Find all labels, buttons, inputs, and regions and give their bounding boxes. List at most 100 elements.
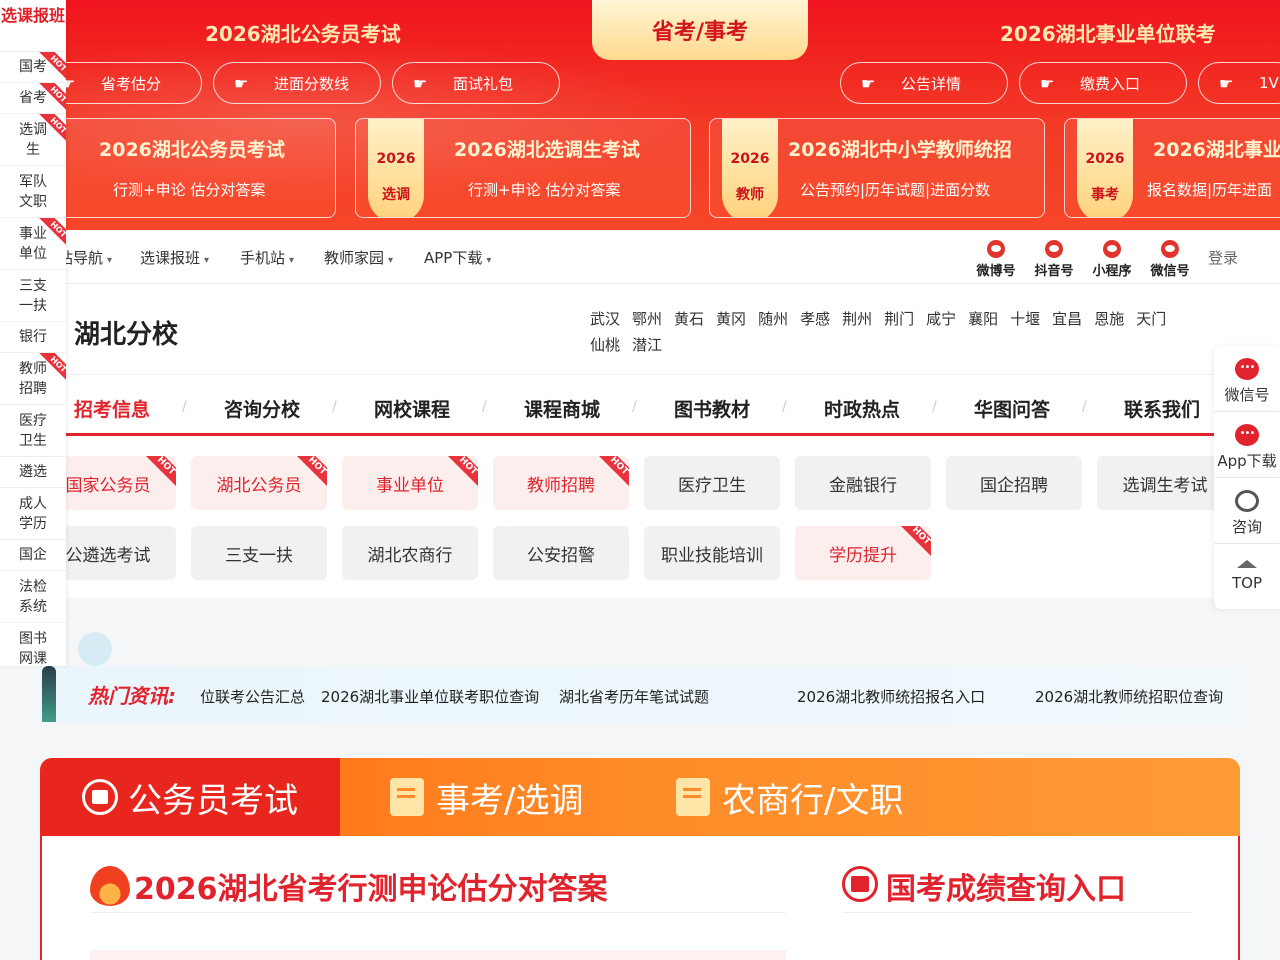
sidebar-item-medical[interactable]: 医疗卫生 <box>0 405 66 457</box>
pill-interview-score-line[interactable]: ☛ 进面分数线 <box>213 62 381 104</box>
social-douyin[interactable]: 抖音号 <box>1030 240 1078 279</box>
book-icon <box>82 779 118 815</box>
nav-teacher-home[interactable]: 教师家园 ▾ <box>324 247 393 268</box>
city-link[interactable]: 武汉 <box>590 306 620 332</box>
mainnav-current-affairs[interactable]: 时政热点 <box>824 395 900 422</box>
cat-vocational[interactable]: 职业技能培训 <box>644 526 780 580</box>
nav-app-download[interactable]: APP下载 ▾ <box>424 247 491 268</box>
news-link[interactable]: 2026湖北教师统招职位查询 <box>1035 686 1223 707</box>
city-link[interactable]: 宜昌 <box>1052 306 1082 332</box>
cat-police[interactable]: 公安招警 <box>493 526 629 580</box>
mainnav-recruit-info[interactable]: 招考信息 <box>74 395 150 422</box>
news-link[interactable]: 2026湖北教师统招报名入口 <box>797 686 985 707</box>
city-link[interactable]: 十堰 <box>1010 306 1040 332</box>
nav-mobile-site[interactable]: 手机站 ▾ <box>240 247 294 268</box>
city-link[interactable]: 恩施 <box>1094 306 1124 332</box>
chevron-down-icon: ▾ <box>486 255 492 266</box>
sidebar-item-adult-edu[interactable]: 成人学历 <box>0 488 66 540</box>
banner-left-title[interactable]: 2026湖北公务员考试 <box>205 18 401 47</box>
pill-payment-entry[interactable]: ☛ 缴费入口 <box>1019 62 1187 104</box>
city-link[interactable]: 潜江 <box>632 332 662 358</box>
tab-civil-service[interactable]: 公务员考试 <box>40 758 340 836</box>
float-wechat[interactable]: 微信号 <box>1214 346 1280 412</box>
sidebar-item-guokao[interactable]: 国考 <box>0 52 66 83</box>
sidebar-item-army[interactable]: 军队文职 <box>0 166 66 218</box>
cat-rural-bank[interactable]: 湖北农商行 <box>342 526 478 580</box>
mainnav-qa[interactable]: 华图问答 <box>974 395 1050 422</box>
city-link[interactable]: 鄂州 <box>632 306 662 332</box>
cat-soe[interactable]: 国企招聘 <box>946 456 1082 510</box>
float-consult[interactable]: 咨询 <box>1214 478 1280 544</box>
city-link[interactable]: 孝感 <box>800 306 830 332</box>
pill-label: 公告详情 <box>901 74 962 93</box>
city-link[interactable]: 咸宁 <box>926 306 956 332</box>
chevron-down-icon: ▾ <box>289 255 295 266</box>
city-link[interactable]: 荆门 <box>884 306 914 332</box>
city-link[interactable]: 随州 <box>758 306 788 332</box>
card-year-badge: 2026 教师 <box>722 119 778 217</box>
nav-course-signup[interactable]: 选课报班 ▾ <box>140 247 209 268</box>
nav-site-guide[interactable]: 站导航 ▾ <box>58 247 112 268</box>
sidebar-item-shiye[interactable]: 事业单位 <box>0 218 66 270</box>
pill-interview-gift[interactable]: ☛ 面试礼包 <box>392 62 560 104</box>
banner-card-teacher[interactable]: 2026 教师 2026湖北中小学教师统招 公告预约|历年试题|进面分数 <box>709 118 1045 218</box>
chat-bubble-icon <box>1235 424 1259 446</box>
sidebar-item-teacher[interactable]: 教师招聘 <box>0 353 66 405</box>
sidebar-item-shengkao[interactable]: 省考 <box>0 83 66 114</box>
mainnav-course-mall[interactable]: 课程商城 <box>524 395 600 422</box>
banner-center-tab[interactable]: 省考/事考 <box>592 0 808 60</box>
cat-finance[interactable]: 金融银行 <box>795 456 931 510</box>
social-miniprogram[interactable]: 小程序 <box>1088 240 1136 279</box>
city-link[interactable]: 荆州 <box>842 306 872 332</box>
hot-news-bar: 热门资讯: 位联考公告汇总 2026湖北事业单位联考职位查询 湖北省考历年笔试试… <box>40 666 1240 722</box>
login-link[interactable]: 登录 <box>1208 247 1238 268</box>
pointing-hand-icon: ☛ <box>234 73 249 93</box>
cat-public-institution[interactable]: 事业单位 <box>342 456 478 510</box>
news-link[interactable]: 2026湖北事业单位联考职位查询 <box>321 686 539 707</box>
cat-teacher[interactable]: 教师招聘 <box>493 456 629 510</box>
national-exam-score-heading[interactable]: 国考成绩查询入口 <box>886 864 1126 908</box>
city-link[interactable]: 仙桃 <box>590 332 620 358</box>
sidebar-item-books[interactable]: 图书网课 <box>0 623 66 667</box>
pill-announcement-details[interactable]: ☛ 公告详情 <box>840 62 1008 104</box>
news-link[interactable]: 位联考公告汇总 <box>200 686 305 707</box>
card-title: 2026湖北选调生考试 <box>454 139 640 161</box>
cat-medical[interactable]: 医疗卫生 <box>644 456 780 510</box>
banner-right-title[interactable]: 2026湖北事业单位联考 <box>1000 18 1216 47</box>
city-link[interactable]: 黄冈 <box>716 306 746 332</box>
social-weibo[interactable]: 微博号 <box>972 240 1020 279</box>
banner-card-xuandiao[interactable]: 2026 选调 2026湖北选调生考试 行测+申论 估分对答案 <box>355 118 691 218</box>
mainnav-online-courses[interactable]: 网校课程 <box>374 395 450 422</box>
social-wechat[interactable]: 微信号 <box>1146 240 1194 279</box>
tab-rural-bank-wenzhi[interactable]: 农商行/文职 <box>676 758 903 836</box>
float-back-to-top[interactable]: TOP <box>1214 544 1280 610</box>
sidebar-header[interactable]: 选课报班 <box>0 0 66 52</box>
cat-degree[interactable]: 学历提升 <box>795 526 931 580</box>
city-link[interactable]: 襄阳 <box>968 306 998 332</box>
news-link[interactable]: 湖北省考历年笔试试题 <box>559 686 709 707</box>
miniprogram-icon <box>1103 240 1121 258</box>
sidebar-item-soe[interactable]: 国企 <box>0 540 66 571</box>
sidebar-item-court[interactable]: 法检系统 <box>0 571 66 623</box>
estimate-score-heading[interactable]: 2026湖北省考行测申论估分对答案 <box>134 864 608 908</box>
cat-hubei-civil[interactable]: 湖北公务员 <box>191 456 327 510</box>
chevron-down-icon: ▾ <box>388 255 394 266</box>
sidebar-item-linxuan[interactable]: 遴选 <box>0 457 66 488</box>
mainnav-contact[interactable]: 联系我们 <box>1124 395 1200 422</box>
city-link[interactable]: 天门 <box>1136 306 1166 332</box>
sidebar-item-xuandiao[interactable]: 选调生 <box>0 114 66 166</box>
sidebar-item-bank[interactable]: 银行 <box>0 322 66 353</box>
float-app-download[interactable]: App下载 <box>1214 412 1280 478</box>
mainnav-branch-consult[interactable]: 咨询分校 <box>224 395 300 422</box>
tab-shikao-xuandiao[interactable]: 事考/选调 <box>390 758 583 836</box>
pill-label: 进面分数线 <box>274 74 350 93</box>
fire-icon <box>90 866 130 906</box>
pointing-hand-icon: ☛ <box>413 73 428 93</box>
sidebar-item-sanzhi[interactable]: 三支一扶 <box>0 270 66 322</box>
city-link[interactable]: 黄石 <box>674 306 704 332</box>
cat-xuandiao[interactable]: 选调生考试 <box>1097 456 1233 510</box>
cat-sanzhi[interactable]: 三支一扶 <box>191 526 327 580</box>
mainnav-books[interactable]: 图书教材 <box>674 395 750 422</box>
pill-1v1[interactable]: ☛ 1V1 <box>1198 62 1280 104</box>
banner-card-shikao[interactable]: 2026 事考 2026湖北事业 报名数据|历年进面 <box>1064 118 1280 218</box>
